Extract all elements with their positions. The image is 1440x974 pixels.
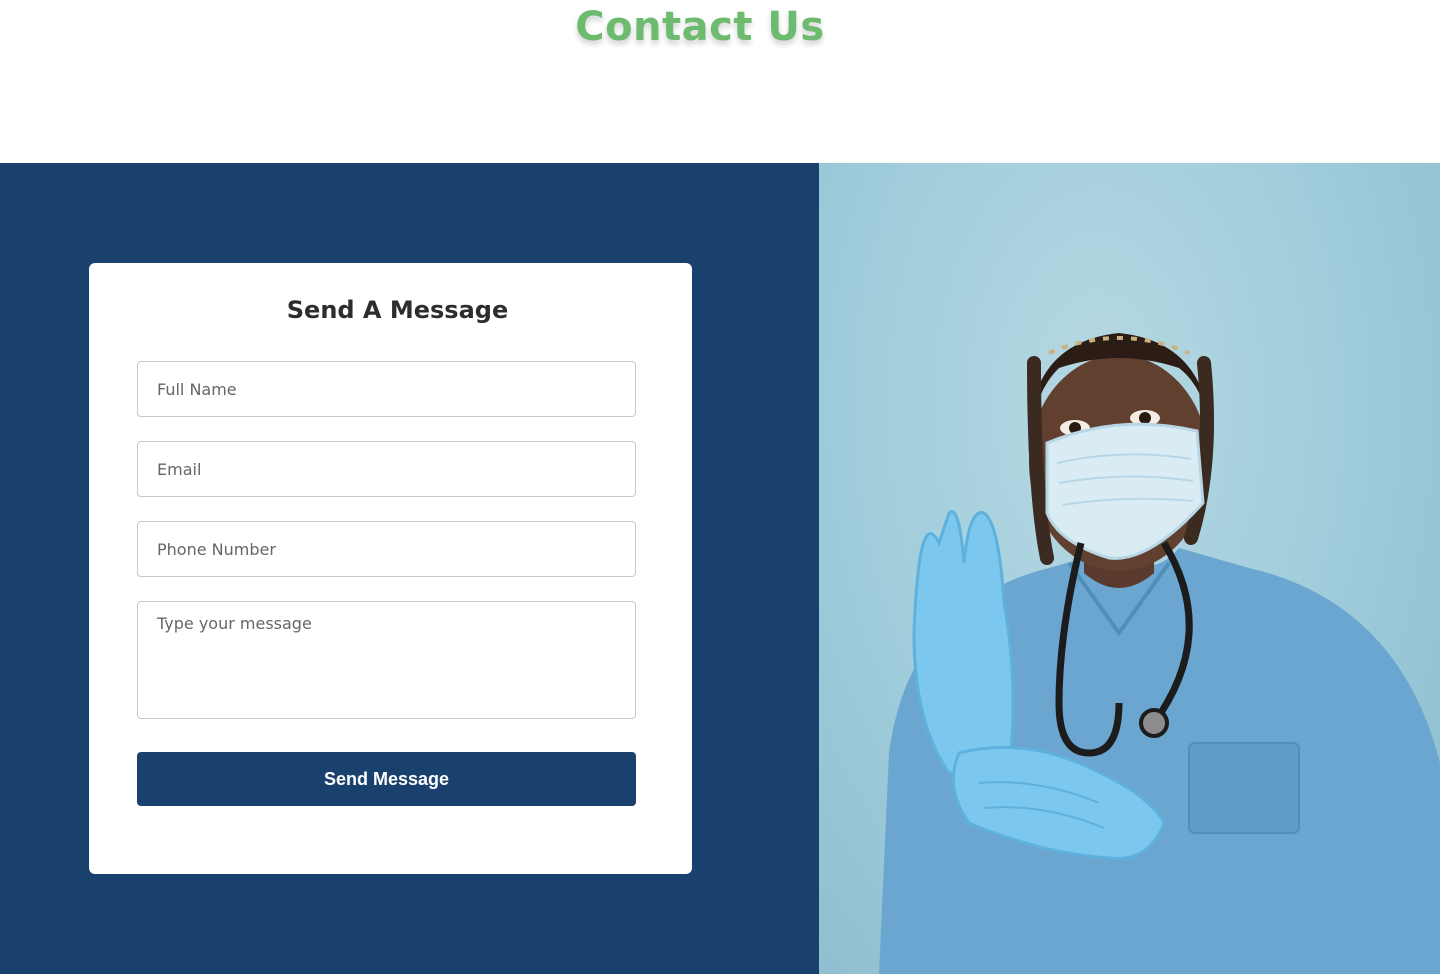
form-panel: Send A Message Send Message: [0, 163, 819, 974]
page-title: Contact Us: [575, 4, 825, 50]
nurse-photo: [819, 163, 1440, 974]
nurse-illustration: [879, 333, 1440, 974]
message-textarea[interactable]: [137, 601, 636, 719]
full-name-input[interactable]: [137, 361, 636, 417]
contact-section: Send A Message Send Message: [0, 163, 1440, 974]
form-title: Send A Message: [286, 296, 509, 324]
send-message-button[interactable]: Send Message: [137, 752, 636, 806]
contact-form: Send A Message Send Message: [89, 263, 692, 874]
email-input[interactable]: [137, 441, 636, 497]
phone-input[interactable]: [137, 521, 636, 577]
